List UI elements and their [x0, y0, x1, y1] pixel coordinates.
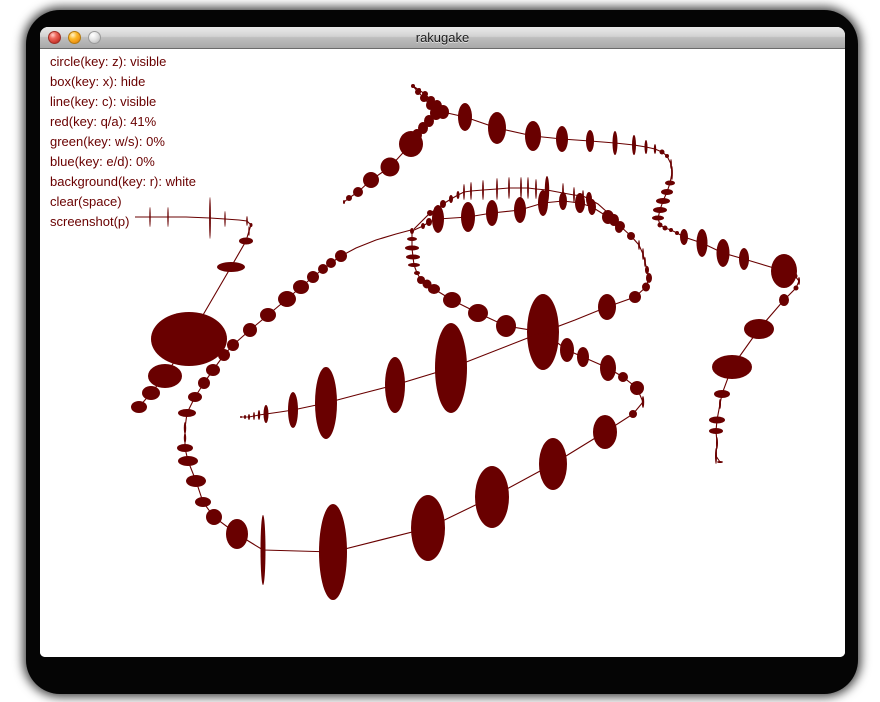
app-window: rakugake circle(key: z): visible box(key… [40, 27, 845, 657]
canvas-area: circle(key: z): visible box(key: x): hid… [40, 49, 845, 657]
drawing-canvas[interactable] [40, 27, 845, 657]
screenshot-root: { "window": { "title": "rakugake", "butt… [0, 0, 880, 702]
